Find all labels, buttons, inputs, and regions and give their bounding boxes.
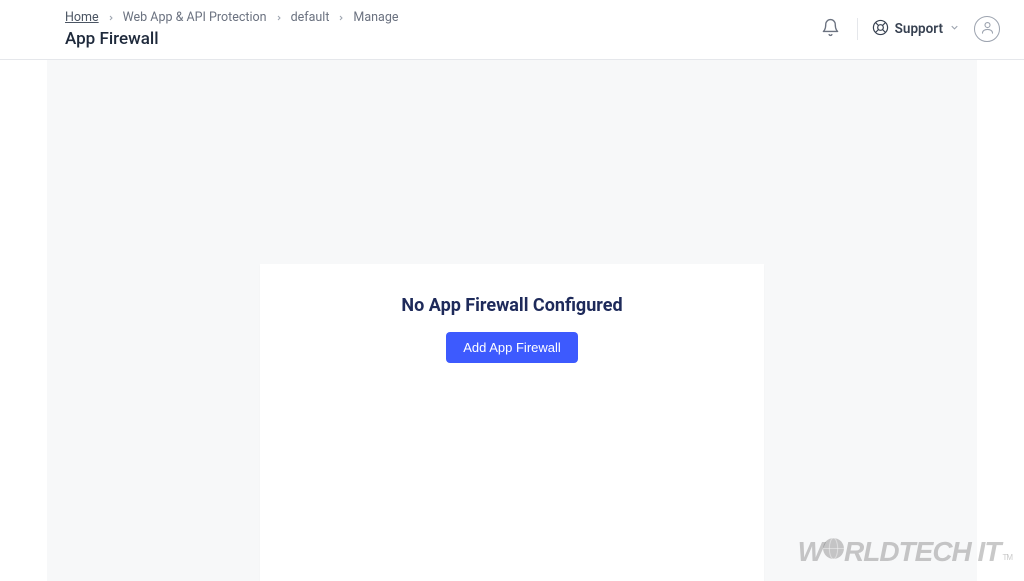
separator	[857, 18, 858, 40]
header-right: Support	[819, 10, 1000, 42]
chevron-down-icon	[949, 21, 960, 37]
chevron-right-icon	[337, 14, 345, 22]
page-title: App Firewall	[65, 29, 398, 49]
breadcrumb: Home Web App & API Protection default Ma…	[65, 10, 398, 25]
empty-state-card: No App Firewall Configured Add App Firew…	[260, 264, 764, 581]
breadcrumb-manage: Manage	[353, 10, 398, 25]
watermark-tm: TM	[1002, 553, 1012, 562]
empty-state-title: No App Firewall Configured	[280, 295, 744, 316]
bell-icon	[821, 18, 840, 41]
user-avatar-button[interactable]	[974, 16, 1000, 42]
header-left: Home Web App & API Protection default Ma…	[65, 10, 398, 49]
content-area: No App Firewall Configured Add App Firew…	[47, 60, 977, 581]
watermark: W RLDTECH IT TM	[798, 536, 1012, 568]
page-header: Home Web App & API Protection default Ma…	[0, 0, 1024, 60]
user-icon	[980, 20, 995, 39]
breadcrumb-protection[interactable]: Web App & API Protection	[123, 10, 267, 25]
support-icon	[872, 19, 889, 40]
chevron-right-icon	[107, 14, 115, 22]
globe-icon	[823, 536, 844, 568]
add-app-firewall-button[interactable]: Add App Firewall	[446, 332, 578, 363]
notifications-button[interactable]	[819, 17, 843, 41]
watermark-text-part2: RLDTECH IT	[844, 536, 1000, 568]
chevron-right-icon	[275, 14, 283, 22]
watermark-text-part1: W	[798, 536, 823, 568]
support-dropdown[interactable]: Support	[872, 19, 960, 40]
breadcrumb-home[interactable]: Home	[65, 10, 99, 25]
support-label: Support	[895, 21, 943, 37]
breadcrumb-default[interactable]: default	[291, 10, 330, 25]
